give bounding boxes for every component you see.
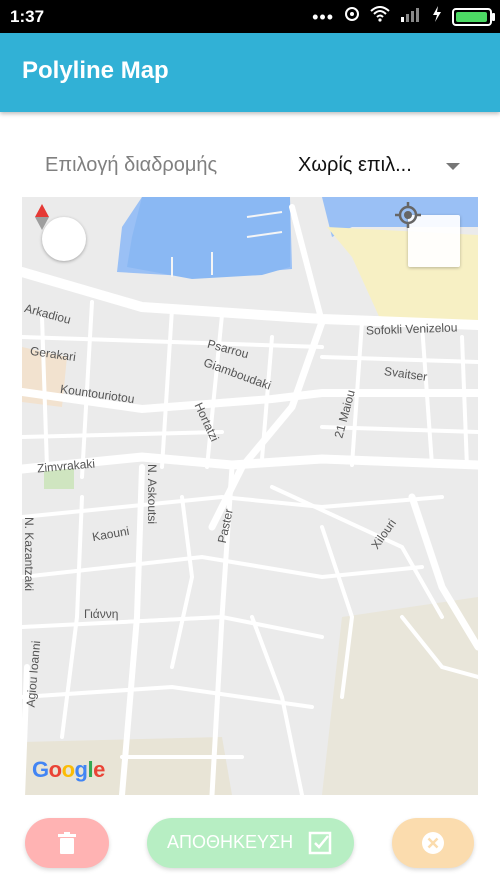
route-selector-label: Επιλογή διαδρομής — [45, 154, 218, 176]
hotspot-icon — [344, 6, 360, 27]
trash-icon — [58, 832, 76, 854]
wifi-icon — [370, 6, 390, 27]
street-label: Γιάννη — [84, 607, 119, 621]
save-button[interactable]: ΑΠΟΘΗΚΕΥΣΗ — [147, 818, 354, 868]
my-location-icon — [395, 202, 421, 228]
status-icons: ••• — [312, 6, 495, 27]
compass-button[interactable] — [35, 204, 86, 261]
check-box-icon — [308, 831, 332, 855]
my-location-button[interactable] — [395, 202, 460, 267]
app-title: Polyline Map — [22, 57, 169, 84]
action-bar: ΑΠΟΘΗΚΕΥΣΗ — [0, 810, 500, 880]
save-button-label: ΑΠΟΘΗΚΕΥΣΗ — [167, 832, 294, 852]
route-dropdown-value: Χωρίς επιλ... — [298, 154, 412, 176]
charging-icon — [432, 6, 442, 27]
google-logo: Google — [32, 757, 105, 782]
dropdown-arrow-icon — [446, 163, 460, 170]
route-dropdown[interactable]: Χωρίς επιλ... — [298, 152, 463, 182]
street-label: N. Kazantzaki — [22, 516, 37, 592]
close-circle-icon — [422, 832, 444, 854]
app-bar: Polyline Map — [0, 33, 500, 112]
route-selector-row: Επιλογή διαδρομής Χωρίς επιλ... — [0, 140, 500, 190]
status-bar: 1:37 ••• — [0, 0, 500, 33]
street-label: N. Askoutsi — [145, 463, 160, 525]
delete-button[interactable] — [25, 818, 109, 868]
signal-icon — [400, 6, 422, 27]
battery-icon — [452, 7, 495, 26]
status-time: 1:37 — [10, 7, 45, 26]
map-view[interactable]: Arkadiou Gerakari Psarrou Giamboudaki So… — [22, 197, 478, 795]
cancel-button[interactable] — [392, 818, 474, 868]
compass-icon — [35, 204, 49, 230]
map-canvas — [22, 197, 478, 795]
more-dots-icon: ••• — [312, 6, 334, 27]
